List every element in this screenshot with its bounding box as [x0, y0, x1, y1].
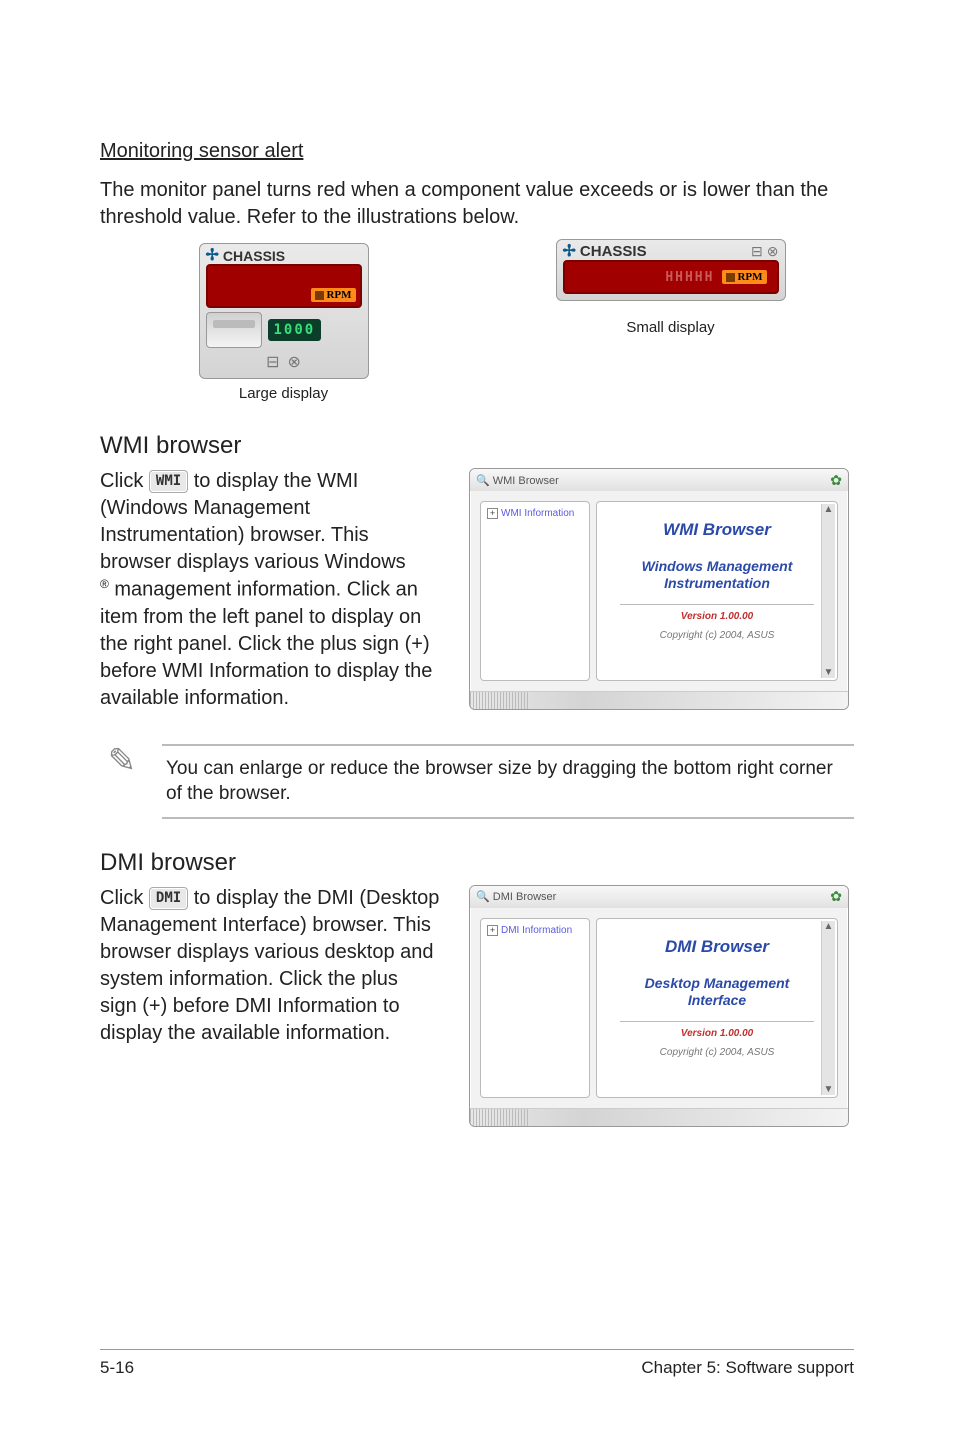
wmi-window-footer[interactable]	[470, 691, 848, 709]
dmi-titlebar[interactable]: 🔍 DMI Browser ✿	[470, 886, 848, 908]
close-icon[interactable]: ⊗	[288, 352, 301, 372]
close-icon[interactable]: ⊗	[767, 243, 779, 260]
wmi-titlebar-label: WMI Browser	[493, 475, 559, 487]
chassis-large-panel: ✢ CHASSIS RPM 1000 ⊟	[199, 243, 369, 379]
wmi-tree-panel[interactable]: + WMI Information	[480, 501, 590, 681]
rpm-chip-large: RPM	[311, 288, 355, 302]
wmi-paragraph: Click WMI to display the WMI (Windows Ma…	[100, 468, 440, 712]
dmi-tree-panel[interactable]: + DMI Information	[480, 918, 590, 1098]
scrollbar[interactable]: ▲ ▼	[821, 504, 835, 678]
dmi-heading: DMI browser	[100, 849, 854, 877]
tree-root-row[interactable]: + DMI Information	[487, 925, 583, 936]
scroll-down-icon[interactable]: ▼	[824, 667, 834, 678]
wmi-tree-root-label: WMI Information	[501, 508, 574, 519]
dmi-titlebar-label: DMI Browser	[493, 891, 557, 903]
note-text: You can enlarge or reduce the browser si…	[162, 744, 854, 819]
settings-icon[interactable]: ⊟	[751, 243, 763, 260]
chassis-label-small: CHASSIS	[580, 243, 647, 260]
plus-icon[interactable]: +	[487, 925, 498, 936]
close-icon[interactable]: ✿	[830, 472, 842, 489]
mini-lcd-readout: 1000	[268, 319, 322, 341]
wmi-heading: WMI browser	[100, 432, 854, 460]
wmi-content-panel: ▲ ▼ WMI Browser Windows Management Instr…	[596, 501, 838, 681]
wmi-content-title: WMI Browser	[663, 520, 771, 540]
dmi-paragraph: Click DMI to display the DMI (Desktop Ma…	[100, 885, 440, 1047]
wmi-browser-window: 🔍 WMI Browser ✿ + WMI Information ▲ ▼	[469, 468, 849, 710]
resize-grip[interactable]	[470, 692, 530, 709]
dial-control[interactable]	[206, 312, 262, 348]
rpm-chip-small: RPM	[722, 270, 766, 284]
plus-icon[interactable]: +	[487, 508, 498, 519]
resize-grip[interactable]	[470, 1109, 530, 1126]
wmi-version: Version 1.00.00	[681, 611, 753, 622]
close-icon[interactable]: ✿	[830, 888, 842, 905]
scroll-down-icon[interactable]: ▼	[824, 1084, 834, 1095]
wmi-content-subtitle: Windows Management Instrumentation	[642, 558, 793, 592]
rpm-box-icon	[315, 291, 324, 300]
dmi-copyright: Copyright (c) 2004, ASUS	[660, 1047, 775, 1058]
small-display-caption: Small display	[626, 319, 714, 336]
dmi-version: Version 1.00.00	[681, 1028, 753, 1039]
wmi-titlebar[interactable]: 🔍 WMI Browser ✿	[470, 469, 848, 491]
scroll-up-icon[interactable]: ▲	[824, 921, 834, 932]
dmi-content-subtitle: Desktop Management Interface	[645, 975, 790, 1009]
wmi-copyright: Copyright (c) 2004, ASUS	[660, 630, 775, 641]
chassis-label-large: CHASSIS	[223, 248, 285, 264]
wmi-inline-button[interactable]: WMI	[149, 470, 188, 493]
dmi-browser-window: 🔍 DMI Browser ✿ + DMI Information ▲ ▼	[469, 885, 849, 1127]
segment-readout: HHHHH	[665, 270, 714, 285]
rpm-label-large: RPM	[326, 289, 351, 301]
small-red-readout: HHHHH RPM	[563, 260, 779, 294]
rpm-box-icon	[726, 273, 735, 282]
chassis-small-panel: ✢ CHASSIS ⊟ ⊗ HHHHH RPM	[556, 239, 786, 301]
note-pencil-icon: ✎	[100, 744, 144, 778]
tree-root-row[interactable]: + WMI Information	[487, 508, 583, 519]
fan-icon: ✢	[563, 244, 576, 260]
dmi-window-footer[interactable]	[470, 1108, 848, 1126]
page-number: 5-16	[100, 1358, 134, 1378]
settings-icon[interactable]: ⊟	[266, 352, 279, 372]
large-display-caption: Large display	[239, 385, 328, 402]
alert-body-text: The monitor panel turns red when a compo…	[100, 177, 854, 231]
dmi-content-title: DMI Browser	[665, 937, 769, 957]
dmi-inline-button[interactable]: DMI	[149, 887, 188, 910]
scrollbar[interactable]: ▲ ▼	[821, 921, 835, 1095]
scroll-up-icon[interactable]: ▲	[824, 504, 834, 515]
chapter-label: Chapter 5: Software support	[641, 1358, 854, 1378]
alert-heading: Monitoring sensor alert	[100, 140, 854, 163]
rpm-label-small: RPM	[737, 271, 762, 283]
large-red-readout: RPM	[206, 264, 362, 308]
dmi-tree-root-label: DMI Information	[501, 925, 572, 936]
fan-icon: ✢	[206, 248, 219, 264]
dmi-content-panel: ▲ ▼ DMI Browser Desktop Management Inter…	[596, 918, 838, 1098]
